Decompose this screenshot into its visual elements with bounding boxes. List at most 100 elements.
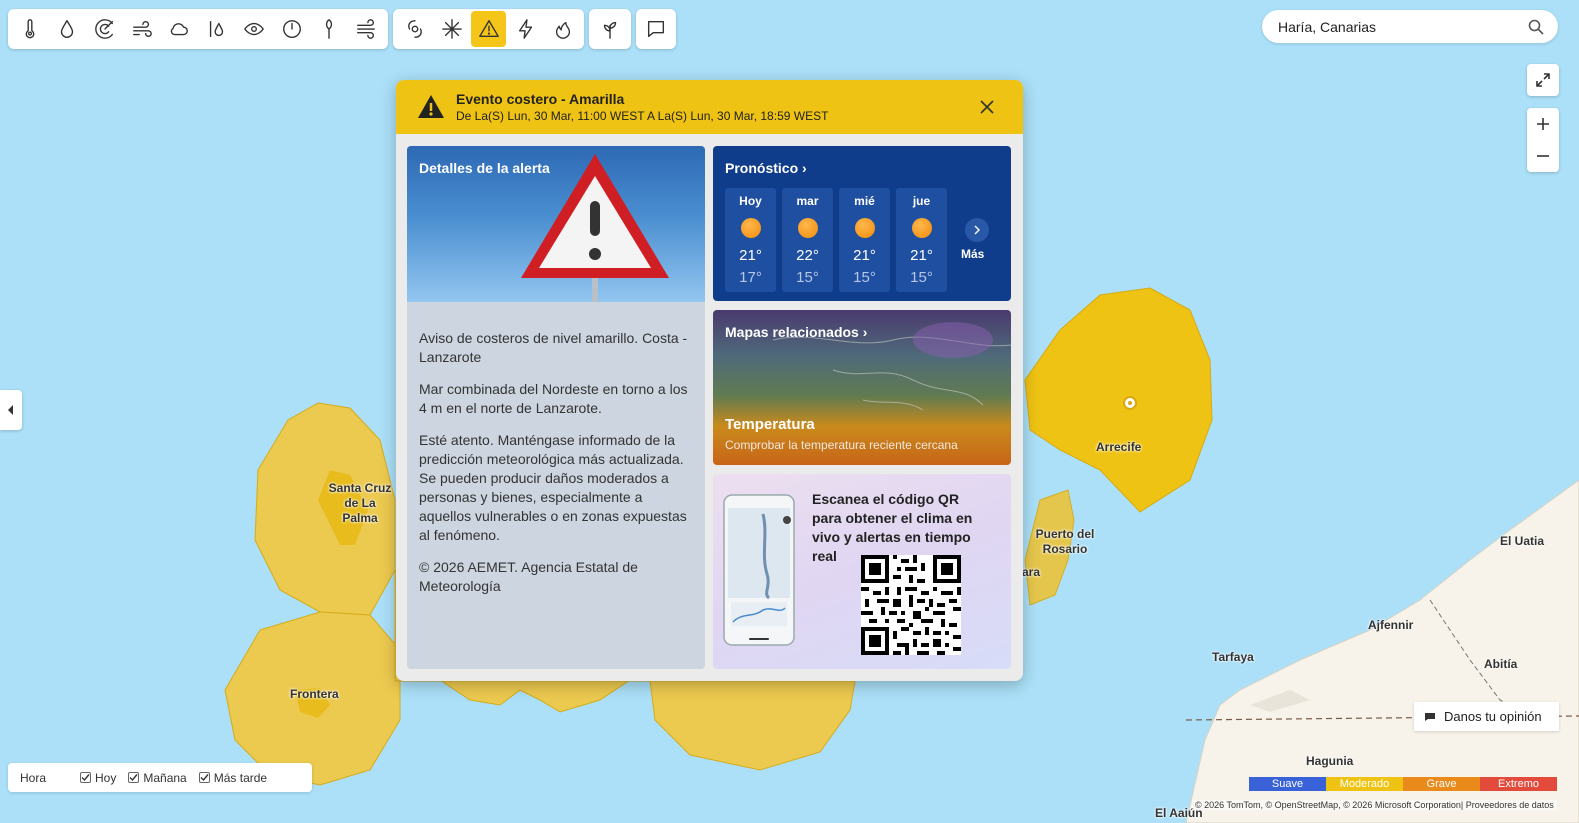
- alert-period: De La(S) Lun, 30 Mar, 11:00 WEST A La(S)…: [456, 109, 829, 123]
- phone-screenshot-image: [723, 494, 795, 646]
- alert-source: © 2026 AEMET. Agencia Estatal de Meteoro…: [419, 559, 638, 594]
- checkbox-checked-icon: [80, 772, 92, 783]
- sunny-icon: [911, 218, 932, 238]
- map-attribution[interactable]: © 2026 TomTom, © OpenStreetMap, © 2026 M…: [1192, 800, 1557, 810]
- alert-icon[interactable]: [470, 11, 507, 47]
- sunny-icon: [854, 218, 875, 238]
- warning-icon: [418, 95, 444, 118]
- radar-icon[interactable]: [87, 11, 123, 47]
- alert-details-image: Detalles de la alerta: [407, 146, 705, 302]
- day-low: 15°: [910, 269, 933, 286]
- filter-checkbox-hoy[interactable]: Hoy: [80, 771, 116, 785]
- forecast-card[interactable]: Pronóstico › Hoy 21° 17° mar 22° 15° mié…: [713, 146, 1011, 301]
- layer-toolbar-weather: [8, 9, 388, 49]
- alert-details-title: Detalles de la alerta: [419, 160, 550, 176]
- day-high: 21°: [853, 247, 876, 264]
- zoom-in-button[interactable]: [1527, 108, 1559, 140]
- map-label-santa-cruz: Santa Cruz de La Palma: [328, 481, 392, 525]
- map-label-el-uatia: El Uatia: [1500, 534, 1545, 548]
- air-quality-icon[interactable]: [348, 11, 384, 47]
- day-name: mar: [796, 194, 819, 208]
- filter-label: Más tarde: [213, 770, 268, 785]
- day-low: 15°: [796, 269, 819, 286]
- cloud-icon[interactable]: [161, 11, 197, 47]
- map-label-ara: ara: [1022, 565, 1041, 579]
- forecast-more-label: Más: [961, 247, 985, 261]
- fullscreen-control: [1527, 64, 1559, 96]
- forecast-day[interactable]: Hoy 21° 17°: [725, 188, 776, 292]
- temperature-map-title: Temperatura: [725, 416, 815, 433]
- day-low: 17°: [739, 269, 762, 286]
- chevron-right-icon: [974, 225, 980, 235]
- day-name: mié: [854, 194, 875, 208]
- lightning-icon[interactable]: [508, 11, 543, 47]
- pressure-icon[interactable]: [274, 11, 310, 47]
- map-label-frontera: Frontera: [290, 687, 339, 701]
- time-filter-label: Hora: [20, 770, 47, 785]
- map-label-ajfennir: Ajfennir: [1368, 618, 1414, 632]
- plant-icon[interactable]: [593, 11, 627, 47]
- alert-header: Evento costero - Amarilla De La(S) Lun, …: [396, 80, 1023, 134]
- qr-code-image: [861, 555, 961, 655]
- hurricane-icon[interactable]: [397, 11, 432, 47]
- search-icon[interactable]: [1528, 19, 1544, 35]
- filter-label: Hoy: [95, 770, 117, 785]
- severity-extremo: Extremo: [1480, 777, 1557, 791]
- alert-paragraph: Mar combinada del Nordeste en torno a lo…: [419, 381, 688, 416]
- related-maps-card[interactable]: Mapas relacionados › Temperatura Comprob…: [713, 310, 1011, 465]
- checkbox-checked-icon: [198, 772, 210, 783]
- alert-details-card[interactable]: Detalles de la alerta Aviso de costeros …: [407, 146, 705, 669]
- winter-icon[interactable]: [434, 11, 469, 47]
- severity-legend: Suave Moderado Grave Extremo: [1249, 777, 1557, 791]
- wind-icon[interactable]: [124, 11, 160, 47]
- map-label-arrecife: Arrecife: [1096, 440, 1142, 454]
- severity-moderado: Moderado: [1326, 777, 1403, 791]
- filter-checkbox-mas-tarde[interactable]: Más tarde: [198, 770, 268, 785]
- visibility-icon[interactable]: [236, 11, 272, 47]
- forecast-day[interactable]: jue 21° 15°: [896, 188, 947, 292]
- alert-title: Evento costero - Amarilla: [456, 91, 625, 107]
- plus-icon: [1537, 118, 1549, 130]
- day-high: 21°: [910, 247, 933, 264]
- checkbox-checked-icon: [128, 772, 140, 783]
- minus-icon: [1537, 155, 1549, 157]
- day-high: 22°: [796, 247, 819, 264]
- map-label-puerto-rosario: Puerto del Rosario: [1035, 527, 1095, 556]
- layer-toolbar-severe: [393, 9, 584, 49]
- alert-paragraph: Aviso de costeros de nivel amarillo. Cos…: [419, 330, 688, 365]
- close-icon[interactable]: [977, 97, 997, 117]
- related-maps-title[interactable]: Mapas relacionados ›: [725, 324, 867, 340]
- severity-suave: Suave: [1249, 777, 1326, 791]
- forecast-more-button[interactable]: [965, 218, 989, 242]
- feedback-icon: [1425, 712, 1435, 721]
- feedback-button[interactable]: Danos tu opinión: [1414, 702, 1559, 731]
- humidity-icon[interactable]: [199, 11, 235, 47]
- day-high: 21°: [739, 247, 762, 264]
- thermometer-icon[interactable]: [12, 11, 48, 47]
- layer-toolbar-comment: [636, 9, 676, 49]
- temperature-map-subtitle: Comprobar la temperatura reciente cercan…: [725, 438, 958, 452]
- alert-paragraph: Esté atento. Manténgase informado de la …: [419, 432, 687, 543]
- search-input[interactable]: [1278, 18, 1528, 35]
- severity-grave: Grave: [1403, 777, 1480, 791]
- precipitation-icon[interactable]: [49, 11, 85, 47]
- alert-details-text: Aviso de costeros de nivel amarillo. Cos…: [407, 302, 705, 596]
- zoom-out-button[interactable]: [1527, 140, 1559, 172]
- filter-label: Mañana: [143, 770, 187, 785]
- side-panel-toggle[interactable]: [0, 390, 22, 430]
- filter-checkbox-manana[interactable]: Mañana: [128, 770, 187, 785]
- pollen-icon[interactable]: [311, 11, 347, 47]
- chevron-right-icon: ›: [802, 160, 807, 176]
- location-search: [1262, 10, 1558, 43]
- map-label-tarfaya: Tarfaya: [1212, 650, 1254, 664]
- time-filter: Hora Hoy Mañana Más tarde: [8, 763, 312, 792]
- feedback-label: Danos tu opinión: [1444, 709, 1542, 724]
- qr-promo-card: Escanea el código QR para obtener el cli…: [713, 474, 1011, 669]
- chevron-left-icon: [8, 405, 13, 415]
- wildfire-icon[interactable]: [545, 11, 580, 47]
- forecast-title[interactable]: Pronóstico ›: [725, 160, 807, 176]
- comment-icon[interactable]: [640, 11, 672, 47]
- forecast-day[interactable]: mié 21° 15°: [839, 188, 890, 292]
- fullscreen-button[interactable]: [1527, 64, 1559, 96]
- forecast-day[interactable]: mar 22° 15°: [782, 188, 833, 292]
